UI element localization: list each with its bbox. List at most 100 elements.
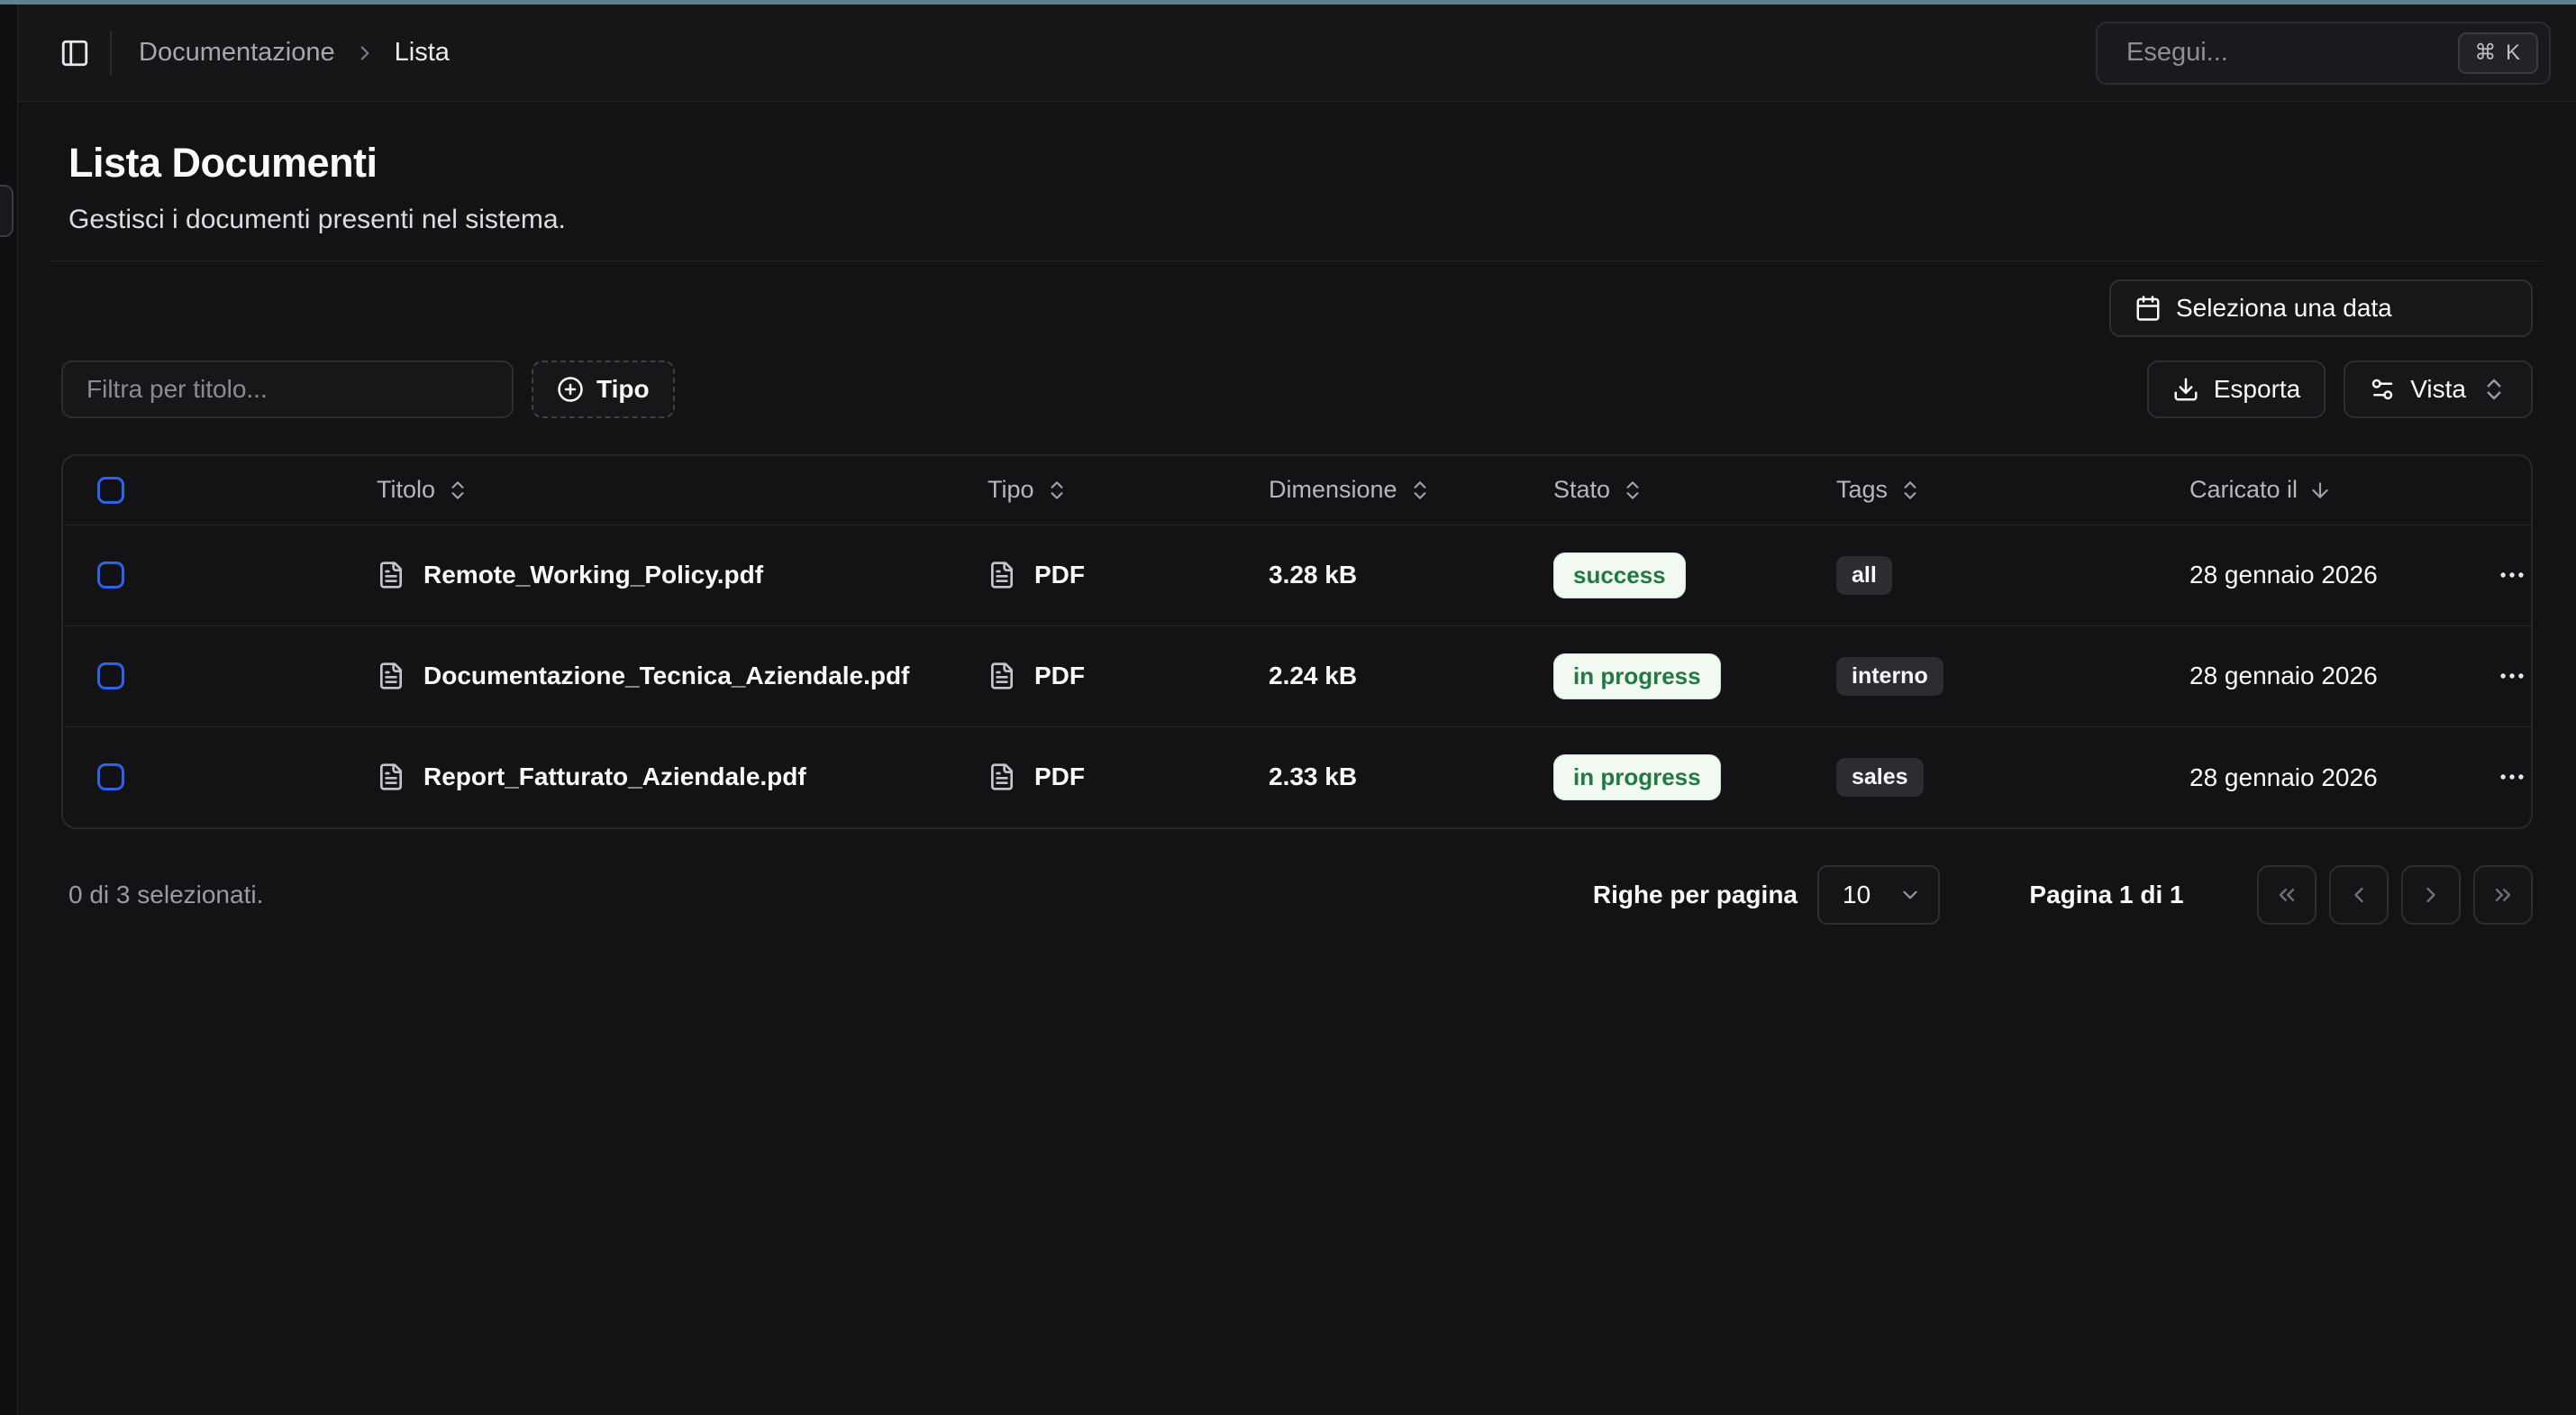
sort-title-header[interactable]: Titolo: [377, 476, 988, 504]
command-palette-trigger[interactable]: Esegui... ⌘ K: [2096, 22, 2551, 85]
uploaded-date: 28 gennaio 2026: [2189, 758, 2460, 797]
select-all-checkbox[interactable]: [97, 477, 124, 504]
panel-left-icon: [59, 38, 90, 68]
filter-title-input[interactable]: [61, 361, 514, 418]
table-header-row: Titolo Tipo Dimensione: [63, 456, 2533, 525]
chevrons-left-icon: [2274, 882, 2299, 908]
uploaded-date: 28 gennaio 2026: [2189, 656, 2460, 695]
status-badge: success: [1553, 552, 1686, 598]
arrow-down-icon: [2308, 479, 2332, 502]
sidebar-rail-handle[interactable]: [0, 185, 14, 237]
circle-plus-icon: [557, 376, 584, 403]
sort-uploaded-header[interactable]: Caricato il: [2189, 476, 2490, 504]
file-text-icon: [377, 762, 405, 791]
sort-chevrons-icon: [1408, 479, 1432, 502]
table-toolbar: Tipo Esporta Vista: [61, 361, 2533, 418]
page-subtitle: Gestisci i documenti presenti nel sistem…: [68, 205, 2533, 235]
sort-chevrons-icon: [446, 479, 469, 502]
sort-chevrons-icon: [1621, 479, 1644, 502]
table-row: Documentazione_Tecnica_Aziendale.pdf PDF…: [63, 625, 2533, 726]
previous-page-button[interactable]: [2329, 865, 2389, 925]
header-separator: [110, 31, 112, 76]
row-checkbox[interactable]: [97, 763, 124, 790]
tag-badge: sales: [1836, 758, 1924, 797]
first-page-button[interactable]: [2257, 865, 2317, 925]
collapsed-sidebar-rail[interactable]: [0, 5, 18, 1415]
file-text-icon: [988, 762, 1016, 791]
selection-count: 0 di 3 selezionati.: [68, 881, 263, 909]
page-indicator: Pagina 1 di 1: [2003, 881, 2210, 909]
breadcrumb: Documentazione Lista: [139, 38, 450, 68]
column-uploaded-label: Caricato il: [2189, 476, 2298, 504]
document-type: PDF: [1034, 561, 1085, 589]
type-filter-label: Tipo: [596, 375, 650, 404]
export-label: Esporta: [2214, 375, 2301, 404]
column-type-label: Tipo: [988, 476, 1034, 504]
page-title: Lista Documenti: [68, 140, 2533, 187]
row-checkbox[interactable]: [97, 662, 124, 689]
chevron-right-icon: [2418, 882, 2444, 908]
settings-sliders-icon: [2369, 376, 2396, 403]
table-row: Report_Fatturato_Aziendale.pdf PDF 2.33 …: [63, 726, 2533, 827]
row-actions-button[interactable]: [2490, 755, 2533, 799]
view-options-button[interactable]: Vista: [2344, 361, 2533, 418]
sort-chevrons-icon: [1045, 479, 1069, 502]
column-status-label: Stato: [1553, 476, 1610, 504]
file-text-icon: [988, 561, 1016, 589]
rows-per-page-value: 10: [1843, 881, 1871, 909]
chevron-right-icon: [353, 41, 377, 65]
ellipsis-icon: [2497, 560, 2527, 590]
status-badge: in progress: [1553, 653, 1721, 699]
breadcrumb-current: Lista: [395, 38, 450, 68]
top-bar: Documentazione Lista Esegui... ⌘ K: [18, 5, 2576, 102]
next-page-button[interactable]: [2401, 865, 2461, 925]
status-badge: in progress: [1553, 754, 1721, 800]
sort-tags-header[interactable]: Tags: [1836, 476, 2189, 504]
table-footer: 0 di 3 selezionati. Righe per pagina 10 …: [61, 865, 2533, 925]
sort-chevrons-icon: [1898, 479, 1922, 502]
document-size: 3.28 kB: [1269, 561, 1357, 589]
uploaded-date: 28 gennaio 2026: [2189, 555, 2460, 594]
chevrons-up-down-icon: [2480, 376, 2508, 403]
row-actions-button[interactable]: [2490, 654, 2533, 698]
app-screen: Documentazione Lista Esegui... ⌘ K Lista…: [0, 0, 2576, 1415]
rows-per-page-label: Righe per pagina: [1593, 881, 1798, 909]
file-text-icon: [377, 561, 405, 589]
date-picker-button[interactable]: Seleziona una data: [2109, 279, 2533, 337]
command-placeholder: Esegui...: [2126, 38, 2228, 68]
chevrons-right-icon: [2490, 882, 2516, 908]
column-size-label: Dimensione: [1269, 476, 1397, 504]
document-type: PDF: [1034, 662, 1085, 690]
document-type: PDF: [1034, 762, 1085, 791]
last-page-button[interactable]: [2473, 865, 2533, 925]
documents-table: Titolo Tipo Dimensione: [61, 454, 2533, 829]
sort-status-header[interactable]: Stato: [1553, 476, 1836, 504]
download-icon: [2172, 376, 2199, 403]
table-row: Remote_Working_Policy.pdf PDF 3.28 kB su…: [63, 525, 2533, 625]
file-text-icon: [377, 662, 405, 690]
chevron-down-icon: [1898, 883, 1922, 907]
sort-type-header[interactable]: Tipo: [988, 476, 1269, 504]
document-title: Report_Fatturato_Aziendale.pdf: [423, 762, 806, 791]
tag-badge: interno: [1836, 657, 1943, 696]
type-filter-button[interactable]: Tipo: [532, 361, 675, 418]
row-checkbox[interactable]: [97, 561, 124, 589]
export-button[interactable]: Esporta: [2147, 361, 2326, 418]
file-text-icon: [988, 662, 1016, 690]
document-size: 2.24 kB: [1269, 662, 1357, 689]
document-size: 2.33 kB: [1269, 762, 1357, 790]
chevron-left-icon: [2346, 882, 2371, 908]
ellipsis-icon: [2497, 762, 2527, 792]
view-options-label: Vista: [2410, 375, 2466, 404]
sort-size-header[interactable]: Dimensione: [1269, 476, 1553, 504]
document-title: Remote_Working_Policy.pdf: [423, 561, 763, 589]
title-divider: [50, 260, 2544, 261]
tag-badge: all: [1836, 556, 1892, 595]
sidebar-toggle-button[interactable]: [54, 32, 96, 74]
date-picker-label: Seleziona una data: [2176, 294, 2392, 323]
column-tags-label: Tags: [1836, 476, 1888, 504]
calendar-icon: [2135, 295, 2162, 322]
row-actions-button[interactable]: [2490, 553, 2533, 597]
rows-per-page-select[interactable]: 10: [1817, 865, 1940, 925]
breadcrumb-parent[interactable]: Documentazione: [139, 38, 335, 68]
